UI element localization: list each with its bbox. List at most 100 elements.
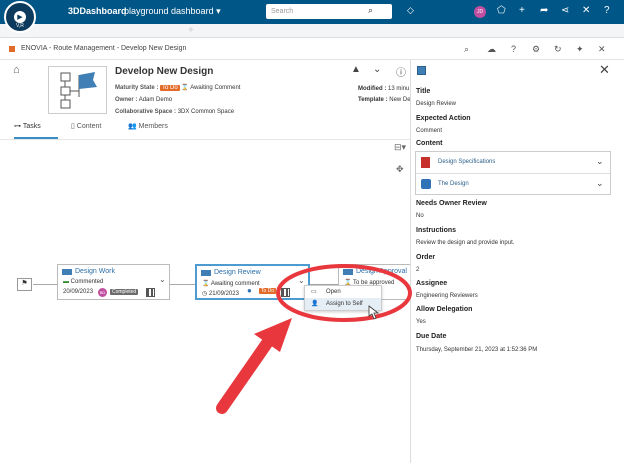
avatar: BD: [98, 288, 107, 297]
avatar[interactable]: JD: [474, 6, 486, 18]
connector: [33, 284, 57, 285]
close-icon[interactable]: ✕: [599, 62, 610, 78]
compass-version: V,R: [16, 23, 24, 29]
content-label: Content: [416, 140, 443, 147]
info-icon[interactable]: ⓘ: [396, 64, 406, 79]
search-input[interactable]: Search: [266, 4, 392, 19]
app-title: 3DDashboard: [68, 6, 127, 16]
gear-icon[interactable]: ⚙: [532, 44, 540, 55]
order-value: 2: [416, 267, 420, 273]
expected-action-label: Expected Action: [416, 115, 471, 122]
assignee-value: Engineering Reviewers: [416, 293, 478, 299]
task-icon: [62, 269, 72, 275]
object-title: Develop New Design: [115, 66, 214, 77]
help-icon[interactable]: ?: [511, 44, 516, 54]
notification-icon[interactable]: ⬠: [497, 5, 506, 16]
search-dropdown-icon[interactable]: ▾: [380, 5, 384, 14]
modified: Modified : 13 minu: [358, 86, 410, 92]
tabs-divider: [0, 139, 410, 140]
assignee-icon: [146, 288, 155, 297]
flag-icon: ⚑: [17, 278, 32, 291]
order-label: Order: [416, 254, 436, 261]
assignee-label: Assignee: [416, 280, 448, 287]
status-badge: To Do: [160, 85, 180, 91]
content-item[interactable]: The Design ⌄: [416, 173, 610, 194]
task-card-design-work[interactable]: Design Work ▬ Commented 20/09/2023 BD Co…: [57, 264, 170, 300]
arrow-annotation: [216, 318, 292, 414]
allow-delegation-value: Yes: [416, 319, 426, 325]
task-title: Design Approval: [356, 268, 407, 275]
tab-bar: +: [0, 24, 624, 38]
task-date: ◷ 21/09/2023: [202, 291, 239, 297]
template: Template : New De: [358, 97, 411, 103]
chevron-down-icon[interactable]: ⌄: [596, 156, 604, 167]
allow-delegation-label: Allow Delegation: [416, 306, 473, 313]
network-icon[interactable]: ⋖: [561, 5, 569, 16]
open-icon: ▭: [311, 289, 317, 295]
task-date: 20/09/2023: [63, 289, 94, 295]
needs-owner-review-label: Needs Owner Review: [416, 200, 487, 207]
status-badge: To Do: [259, 288, 277, 294]
chevron-down-icon[interactable]: ⌄: [298, 276, 305, 285]
chevron-down-icon[interactable]: ⌄: [159, 275, 166, 284]
due-date-label: Due Date: [416, 333, 447, 340]
instructions-label: Instructions: [416, 227, 457, 234]
instructions-value: Review the design and provide input.: [416, 240, 515, 246]
task-title: Design Review: [214, 269, 261, 276]
status-badge: Completed: [110, 289, 139, 295]
tab-members[interactable]: 👥 Members: [128, 122, 168, 130]
context-menu: ▭ Open 👤 Assign to Self: [304, 285, 382, 311]
expected-action-value: Comment: [416, 128, 443, 134]
connector: [170, 284, 195, 285]
collaborative-space: Collaborative Space : 3DX Common Space: [115, 109, 235, 115]
part-icon: [421, 179, 431, 189]
tab-tasks[interactable]: ⊶ Tasks: [14, 122, 41, 130]
content-list: Design Specifications ⌄ The Design ⌄: [415, 151, 611, 195]
object-thumbnail: [48, 66, 107, 114]
top-bar: ▶ V,R 3DDashboard playground dashboard ▾…: [0, 0, 624, 33]
dashboard-name[interactable]: playground dashboard ▾: [124, 6, 221, 17]
search-icon[interactable]: ⌕: [464, 44, 469, 55]
chevron-up-icon[interactable]: ▲: [351, 64, 361, 75]
task-icon: [343, 269, 353, 275]
pdf-icon: [421, 157, 430, 168]
help-icon[interactable]: ?: [604, 5, 610, 16]
play-icon: ▶: [14, 11, 26, 23]
refresh-icon[interactable]: ↻: [554, 44, 562, 55]
close-icon[interactable]: ✕: [598, 44, 606, 55]
enovia-icon: [9, 46, 15, 52]
tab-content[interactable]: ▯ Content: [71, 122, 101, 130]
user-icon: 👤: [311, 301, 319, 307]
share-icon[interactable]: ➦: [540, 5, 548, 16]
needs-owner-review-value: No: [416, 213, 424, 219]
pin-icon[interactable]: ✦: [576, 44, 584, 55]
widget-header: ENOVIA - Route Management - Develop New …: [0, 40, 624, 60]
user-group-icon: ●: [247, 286, 252, 295]
compass-icon[interactable]: ▶ V,R: [4, 1, 36, 33]
menu-item-assign-to-self[interactable]: 👤 Assign to Self: [305, 298, 381, 310]
maturity-state: Maturity State : To Do ⌛ Awaiting Commen…: [115, 85, 241, 91]
chevron-down-icon: ▾: [216, 6, 221, 16]
tools-icon[interactable]: ✕: [582, 5, 590, 16]
chevron-down-icon[interactable]: ⌄: [373, 64, 381, 75]
menu-item-open[interactable]: ▭ Open: [305, 286, 381, 298]
due-date-value: Thursday, September 21, 2023 at 1:52:36 …: [416, 347, 538, 353]
task-title: Design Work: [75, 268, 115, 275]
title-label: Title: [416, 88, 431, 95]
details-panel: ✕ Title Design Review Expected Action Co…: [410, 60, 624, 463]
add-tab-icon[interactable]: +: [188, 25, 194, 36]
tag-icon[interactable]: ◇: [407, 5, 414, 16]
task-card-design-review[interactable]: Design Review ⌛ Awaiting comment ◷ 21/09…: [195, 264, 310, 300]
layout-icon[interactable]: ⊟▾: [394, 142, 406, 153]
hourglass-icon: ⌛: [181, 85, 189, 91]
chevron-down-icon[interactable]: ⌄: [596, 178, 604, 189]
title-value: Design Review: [416, 101, 457, 107]
task-icon: [201, 270, 211, 276]
content-item[interactable]: Design Specifications ⌄: [416, 152, 610, 173]
home-icon[interactable]: ⌂: [13, 64, 20, 76]
owner: Owner : Adam Demo: [115, 97, 173, 103]
move-icon[interactable]: ✥: [396, 164, 404, 175]
cloud-icon[interactable]: ☁: [487, 44, 496, 55]
add-icon[interactable]: +: [519, 5, 525, 16]
search-icon[interactable]: ⌕: [368, 5, 373, 16]
